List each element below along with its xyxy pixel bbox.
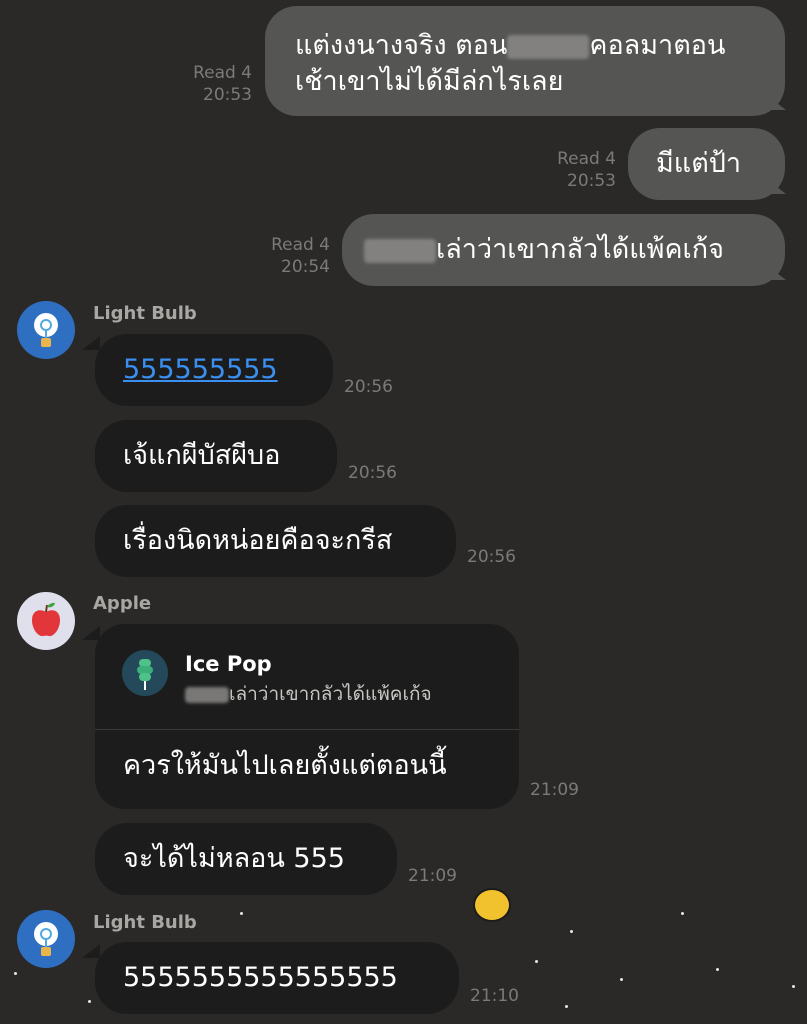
apple-icon — [32, 602, 60, 637]
outgoing-bubble[interactable]: แต่งงนางจริง ตอน คอลมาตอน เช้าเขาไม่ได้มี… — [265, 6, 785, 116]
message-time: 21:09 — [530, 780, 579, 800]
message-text-part: แต่งงนางจริง ตอน — [295, 30, 508, 61]
incoming-bubble[interactable]: 555555555 — [95, 334, 333, 406]
light-bulb-avatar[interactable] — [17, 301, 75, 359]
redacted-name — [185, 686, 229, 703]
message-text-part: คอลมาตอน — [589, 30, 726, 61]
incoming-bubble[interactable]: จะได้ไม่หลอน 555 — [95, 823, 397, 895]
read-receipt: Read 4 20:54 — [248, 234, 330, 278]
read-label: Read 4 — [557, 149, 616, 169]
sender-name: Apple — [93, 593, 152, 614]
message-text: เล่าว่าเขากลัวได้แพ้คเก้จ — [436, 234, 724, 265]
redacted-name — [364, 238, 436, 263]
bubble-tail — [768, 96, 786, 110]
message-time: 20:56 — [467, 547, 516, 567]
bubble-tail — [82, 944, 100, 958]
message-time: 20:53 — [203, 85, 252, 105]
apple-avatar[interactable] — [17, 592, 75, 650]
message-time: 20:56 — [344, 377, 393, 397]
light-bulb-icon — [34, 313, 58, 347]
sender-name: Light Bulb — [93, 912, 197, 933]
light-bulb-avatar[interactable] — [17, 910, 75, 968]
message-text: จะได้ไม่หลอน 555 — [123, 843, 345, 874]
bubble-tail — [768, 266, 786, 280]
star-decoration — [681, 912, 684, 915]
light-bulb-icon — [34, 922, 58, 956]
star-decoration — [620, 978, 623, 981]
star-decoration — [535, 960, 538, 963]
message-text: เรื่องนิดหน่อยคือจะกรีส — [123, 525, 393, 556]
message-text: เจ้แกผีบัสผีบอ — [123, 440, 281, 471]
reply-divider — [95, 729, 519, 730]
bubble-tail — [82, 336, 100, 350]
star-decoration — [88, 1000, 91, 1003]
star-decoration — [240, 912, 243, 915]
star-decoration — [716, 968, 719, 971]
reply-sender-name: Ice Pop — [185, 652, 272, 676]
reply-quote-text: เล่าว่าเขากลัวได้แพ้คเก้จ — [229, 683, 432, 705]
ice-pop-avatar — [122, 650, 168, 696]
star-decoration — [792, 985, 795, 988]
star-decoration — [570, 930, 573, 933]
incoming-bubble[interactable]: 5555555555555555 — [95, 942, 459, 1014]
message-time: 20:54 — [281, 257, 330, 277]
reply-quote: เล่าว่าเขากลัวได้แพ้คเก้จ — [185, 682, 432, 706]
read-receipt: Read 4 20:53 — [170, 62, 252, 106]
moon-decoration — [475, 890, 509, 920]
message-time: 21:09 — [408, 866, 457, 886]
incoming-bubble[interactable]: เจ้แกผีบัสผีบอ — [95, 420, 337, 492]
read-receipt: Read 4 20:53 — [534, 148, 616, 192]
bubble-tail — [768, 180, 786, 194]
phone-link[interactable]: 555555555 — [123, 354, 278, 385]
incoming-bubble[interactable]: เรื่องนิดหน่อยคือจะกรีส — [95, 505, 456, 577]
ice-pop-icon — [137, 659, 153, 690]
message-time: 20:56 — [348, 463, 397, 483]
message-text: 5555555555555555 — [123, 962, 398, 993]
outgoing-bubble[interactable]: มีแต่ป้า — [628, 128, 785, 200]
read-label: Read 4 — [193, 63, 252, 83]
redacted-name — [507, 34, 590, 59]
read-label: Read 4 — [271, 235, 330, 255]
message-time: 20:53 — [567, 171, 616, 191]
outgoing-bubble[interactable]: เล่าว่าเขากลัวได้แพ้คเก้จ — [342, 214, 785, 286]
star-decoration — [14, 972, 17, 975]
reply-bubble[interactable]: Ice Pop เล่าว่าเขากลัวได้แพ้คเก้จ ควรให้… — [95, 624, 519, 809]
message-line-2: เช้าเขาไม่ได้มีล่กไรเลย — [295, 66, 564, 97]
message-text: ควรให้มันไปเลยตั้งแต่ตอนนี้ — [123, 750, 447, 781]
message-time: 21:10 — [470, 986, 519, 1006]
bubble-tail — [82, 626, 100, 640]
message-line-1: แต่งงนางจริง ตอน คอลมาตอน — [295, 28, 755, 64]
sender-name: Light Bulb — [93, 303, 197, 324]
star-decoration — [565, 1005, 568, 1008]
message-text: มีแต่ป้า — [656, 148, 742, 179]
